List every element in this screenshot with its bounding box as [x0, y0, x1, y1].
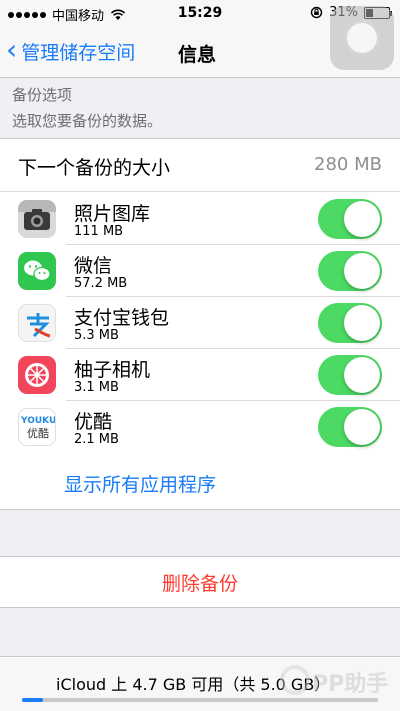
- youku-logo-cn: 优酷: [27, 427, 49, 440]
- youku-logo-text: YOUKU: [21, 416, 56, 426]
- app-row-youku: YOUKU 优酷 优酷 2.1 MB: [0, 401, 400, 453]
- app-name: 支付宝钱包: [74, 307, 170, 329]
- app-name: 优酷: [74, 411, 113, 433]
- next-backup-size-row: 下一个备份的大小 280 MB: [0, 139, 400, 192]
- watermark-logo-icon: [280, 665, 310, 695]
- app-size: 111 MB: [74, 224, 124, 239]
- backup-toggle-wechat[interactable]: [318, 251, 382, 291]
- rotation-lock-icon: [310, 6, 323, 19]
- section-header: 备份选项: [12, 86, 73, 104]
- watermark: PP助手: [280, 659, 390, 703]
- youzi-camera-icon: [18, 356, 56, 394]
- camera-icon: [18, 200, 56, 238]
- show-all-apps-button[interactable]: 显示所有应用程序: [64, 470, 216, 497]
- section-subtitle: 选取您要备份的数据。: [12, 112, 163, 130]
- watermark-text: PP助手: [312, 672, 389, 697]
- app-row-alipay: 支付宝钱包 5.3 MB: [0, 297, 400, 349]
- app-size: 3.1 MB: [74, 380, 119, 395]
- next-backup-size-label: 下一个备份的大小: [18, 157, 171, 179]
- app-size: 57.2 MB: [74, 276, 128, 291]
- alipay-icon: [18, 304, 56, 342]
- app-size: 2.1 MB: [74, 432, 119, 447]
- page-title: 信息: [178, 44, 217, 66]
- assistive-touch-button[interactable]: [330, 6, 394, 70]
- backup-toggle-alipay[interactable]: [318, 303, 382, 343]
- backup-toggle-photos[interactable]: [318, 199, 382, 239]
- assistive-touch-icon: [344, 20, 380, 56]
- delete-backup-group: 删除备份: [0, 556, 400, 608]
- app-row-wechat: 微信 57.2 MB: [0, 245, 400, 297]
- back-button-label: 管理储存空间: [21, 42, 136, 64]
- app-size: 5.3 MB: [74, 328, 119, 343]
- backup-apps-group: 下一个备份的大小 280 MB 照片图库 111 MB 微信 57.2 MB 支…: [0, 138, 400, 510]
- app-name: 柚子相机: [74, 359, 151, 381]
- youku-icon: YOUKU 优酷: [18, 408, 56, 446]
- next-backup-size-value: 280 MB: [314, 154, 382, 175]
- wechat-icon: [18, 252, 56, 290]
- chevron-left-icon: ‹: [6, 33, 18, 66]
- delete-backup-button[interactable]: 删除备份: [0, 569, 400, 596]
- back-button[interactable]: ‹ 管理储存空间: [6, 33, 136, 66]
- app-name: 照片图库: [74, 203, 151, 225]
- app-name: 微信: [74, 255, 113, 277]
- app-row-youzi-camera: 柚子相机 3.1 MB: [0, 349, 400, 401]
- storage-progress-fill: [22, 698, 44, 702]
- app-row-photos: 照片图库 111 MB: [0, 193, 400, 245]
- backup-toggle-youzi-camera[interactable]: [318, 355, 382, 395]
- storage-footer: iCloud 上 4.7 GB 可用（共 5.0 GB） PP助手: [0, 656, 400, 711]
- backup-toggle-youku[interactable]: [318, 407, 382, 447]
